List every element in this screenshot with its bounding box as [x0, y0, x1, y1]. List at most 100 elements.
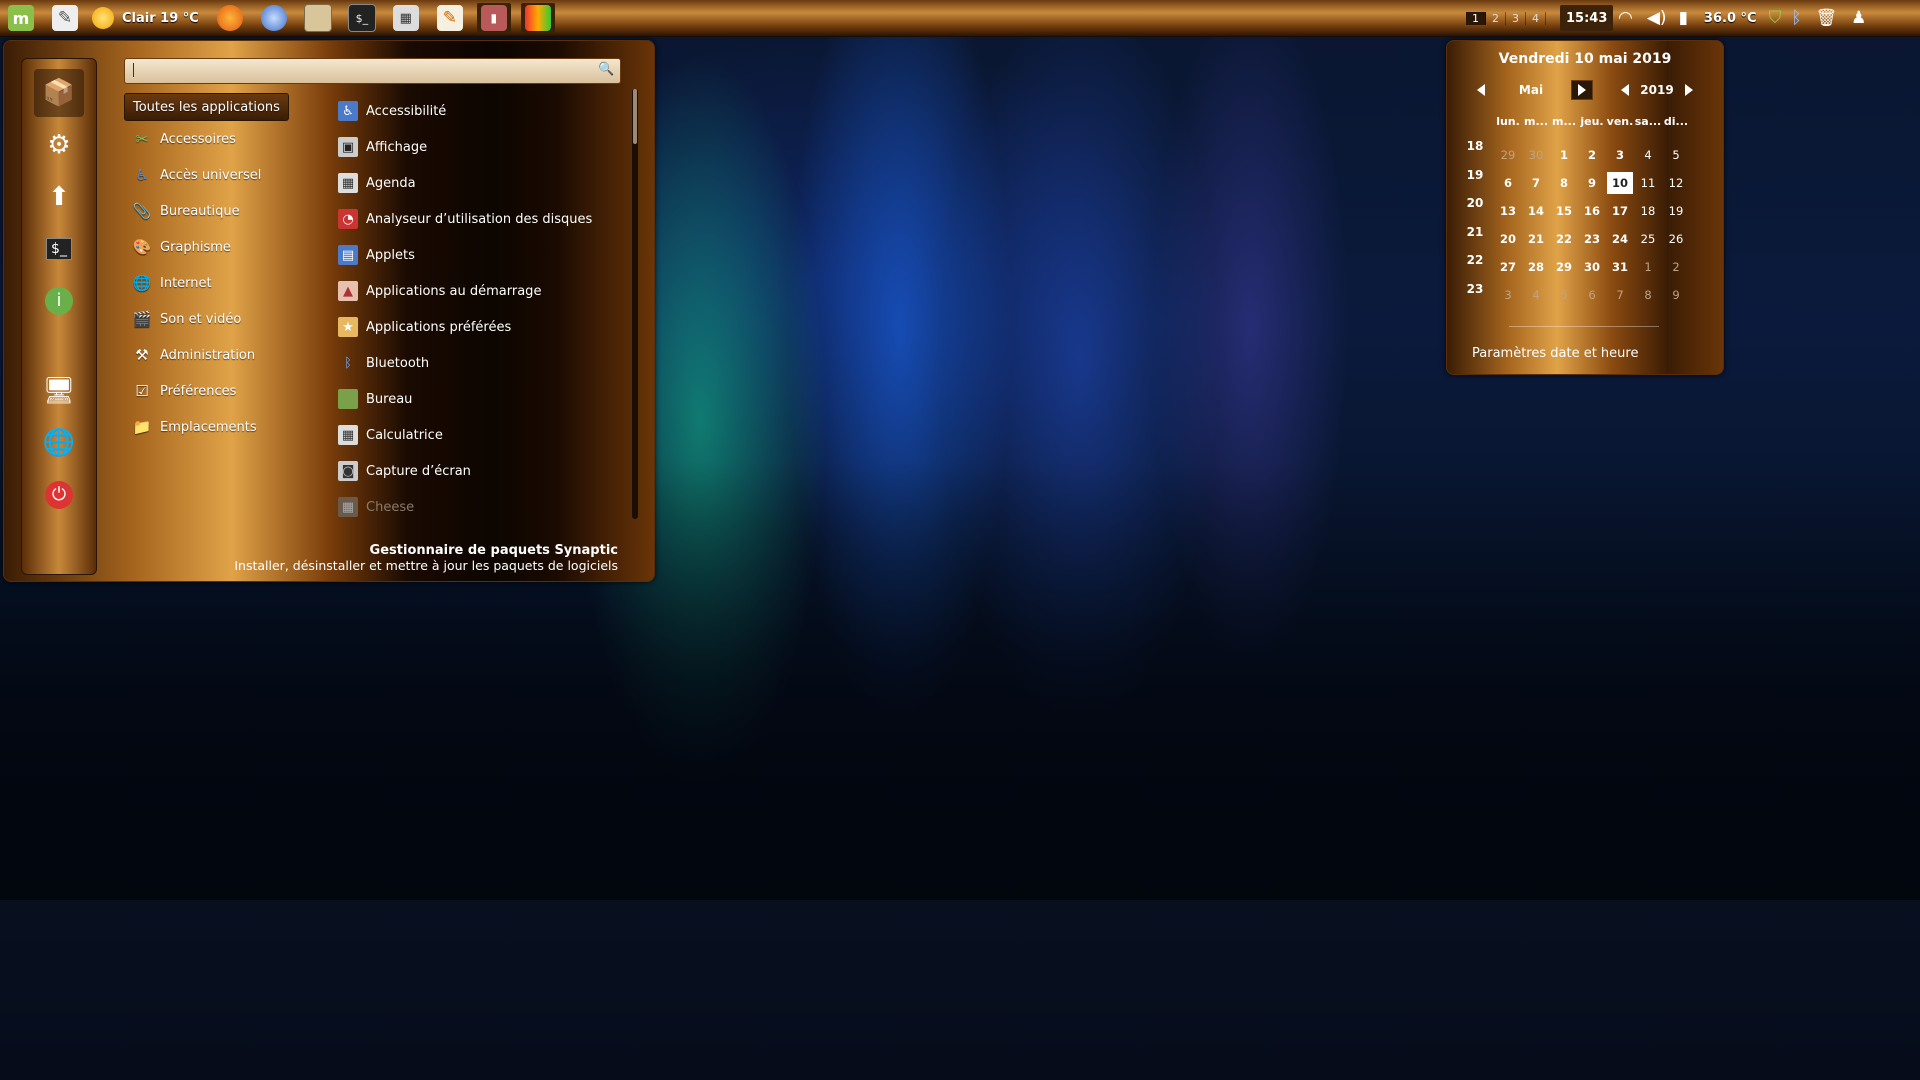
- volume-icon[interactable]: ◀): [1647, 8, 1667, 28]
- previous-month-button[interactable]: [1471, 81, 1491, 99]
- workspace-1[interactable]: 1: [1466, 11, 1486, 25]
- calendar-day[interactable]: 26: [1663, 228, 1689, 250]
- calendar-day[interactable]: 29: [1495, 144, 1521, 166]
- calendar-day[interactable]: 17: [1607, 200, 1633, 222]
- app-cheese[interactable]: ▦ Cheese: [338, 493, 414, 521]
- category-sound-video[interactable]: 🎬 Son et vidéo: [124, 305, 242, 333]
- calendar-day[interactable]: 2: [1579, 144, 1605, 166]
- calendar-day[interactable]: 30: [1579, 256, 1605, 278]
- calendar-day[interactable]: 6: [1579, 284, 1605, 306]
- app-screenshot[interactable]: ◙ Capture d’écran: [338, 457, 471, 485]
- category-accessories[interactable]: ✂ Accessoires: [124, 125, 236, 153]
- app-list-scrollbar[interactable]: [632, 89, 638, 519]
- calendar-day[interactable]: 3: [1495, 284, 1521, 306]
- calendar-day[interactable]: 6: [1495, 172, 1521, 194]
- calendar-day[interactable]: 14: [1523, 200, 1549, 222]
- app-disk-usage-analyzer[interactable]: ◔ Analyseur d’utilisation des disques: [338, 205, 592, 233]
- favorite-terminal[interactable]: $_: [34, 225, 84, 273]
- calendar-day[interactable]: 22: [1551, 228, 1577, 250]
- date-time-settings-link[interactable]: Paramètres date et heure: [1472, 346, 1638, 361]
- terminal-launcher[interactable]: $_: [345, 3, 379, 33]
- calendar-day[interactable]: 7: [1523, 172, 1549, 194]
- calendar-day[interactable]: 1: [1551, 144, 1577, 166]
- calendar-day[interactable]: 12: [1663, 172, 1689, 194]
- calendar-day[interactable]: 19: [1663, 200, 1689, 222]
- trash-icon[interactable]: 🗑: [1816, 8, 1838, 28]
- temperature-label[interactable]: 36.0 °C: [1704, 11, 1757, 26]
- calendar-day[interactable]: 9: [1663, 284, 1689, 306]
- app-accessibility[interactable]: ♿ Accessibilité: [338, 97, 446, 125]
- files-launcher[interactable]: [301, 3, 335, 33]
- wifi-icon[interactable]: ◠: [1618, 8, 1633, 28]
- calendar-day[interactable]: 3: [1607, 144, 1633, 166]
- favorite-synaptic[interactable]: 📦: [34, 69, 84, 117]
- workspace-4[interactable]: 4: [1526, 11, 1546, 25]
- calendar-day[interactable]: 1: [1635, 256, 1661, 278]
- calendar-day[interactable]: 8: [1551, 172, 1577, 194]
- workspace-2[interactable]: 2: [1486, 11, 1506, 25]
- category-internet[interactable]: 🌐 Internet: [124, 269, 212, 297]
- calendar-day[interactable]: 11: [1635, 172, 1661, 194]
- calendar-day[interactable]: 10: [1607, 172, 1633, 194]
- favorite-update-manager[interactable]: ⬆: [34, 173, 84, 221]
- calendar-day[interactable]: 9: [1579, 172, 1605, 194]
- calculator-launcher[interactable]: ▦: [389, 3, 423, 33]
- calendar-day[interactable]: 7: [1607, 284, 1633, 306]
- calendar-day[interactable]: 5: [1663, 144, 1689, 166]
- favorite-system-info[interactable]: i: [34, 277, 84, 325]
- synaptic-launcher[interactable]: ▮: [476, 3, 511, 33]
- previous-year-button[interactable]: [1615, 81, 1635, 99]
- app-preferred-applications[interactable]: ★ Applications préférées: [338, 313, 511, 341]
- calendar-day[interactable]: 31: [1607, 256, 1633, 278]
- favorite-display-settings[interactable]: 🖥: [34, 367, 84, 415]
- calendar-day[interactable]: 20: [1495, 228, 1521, 250]
- calendar-day[interactable]: 30: [1523, 144, 1549, 166]
- app-display[interactable]: ▣ Affichage: [338, 133, 427, 161]
- calendar-day[interactable]: 24: [1607, 228, 1633, 250]
- calendar-day[interactable]: 23: [1579, 228, 1605, 250]
- thunderbird-launcher[interactable]: [257, 3, 291, 33]
- app-applets[interactable]: ▤ Applets: [338, 241, 415, 269]
- calendar-day[interactable]: 4: [1635, 144, 1661, 166]
- search-input[interactable]: 🔍: [124, 58, 621, 84]
- calendar-day[interactable]: 15: [1551, 200, 1577, 222]
- calendar-day[interactable]: 28: [1523, 256, 1549, 278]
- scrollbar-thumb[interactable]: [633, 89, 637, 144]
- favorite-network[interactable]: 🌐: [34, 419, 84, 467]
- category-preferences[interactable]: ☑ Préférences: [124, 377, 236, 405]
- mint-menu-button[interactable]: m: [4, 3, 38, 33]
- calendar-day[interactable]: 27: [1495, 256, 1521, 278]
- app-desktop[interactable]: Bureau: [338, 385, 412, 413]
- category-places[interactable]: 📁 Emplacements: [124, 413, 257, 441]
- calendar-day[interactable]: 29: [1551, 256, 1577, 278]
- bluetooth-icon[interactable]: ᛒ: [1791, 8, 1801, 28]
- app-bluetooth[interactable]: ᛒ Bluetooth: [338, 349, 429, 377]
- favorite-power-off[interactable]: ⏻: [34, 471, 84, 519]
- weather-applet[interactable]: Clair 19 °C: [92, 7, 199, 29]
- user-icon[interactable]: ♟: [1851, 8, 1866, 28]
- calendar-day[interactable]: 2: [1663, 256, 1689, 278]
- app-calculator[interactable]: ▦ Calculatrice: [338, 421, 443, 449]
- calendar-day[interactable]: 8: [1635, 284, 1661, 306]
- category-office[interactable]: 📎 Bureautique: [124, 197, 240, 225]
- category-graphics[interactable]: 🎨 Graphisme: [124, 233, 231, 261]
- calendar-day[interactable]: 21: [1523, 228, 1549, 250]
- app-calendar[interactable]: ▦ Agenda: [338, 169, 416, 197]
- calendar-day[interactable]: 25: [1635, 228, 1661, 250]
- app-startup-applications[interactable]: ▲ Applications au démarrage: [338, 277, 541, 305]
- favorite-system-tools[interactable]: ⚙: [34, 121, 84, 169]
- next-year-button[interactable]: [1679, 81, 1699, 99]
- calendar-day[interactable]: 13: [1495, 200, 1521, 222]
- clock[interactable]: 15:43: [1560, 5, 1614, 31]
- calendar-day[interactable]: 16: [1579, 200, 1605, 222]
- workspace-3[interactable]: 3: [1506, 11, 1526, 25]
- next-month-button[interactable]: [1571, 80, 1593, 100]
- monitor-launcher[interactable]: [520, 3, 555, 33]
- shield-icon[interactable]: ⛉: [1769, 8, 1782, 28]
- notes-launcher[interactable]: ✎: [433, 3, 467, 33]
- category-administration[interactable]: ⚒ Administration: [124, 341, 255, 369]
- calendar-day[interactable]: 4: [1523, 284, 1549, 306]
- battery-icon[interactable]: ▮: [1679, 8, 1688, 28]
- text-editor-launcher[interactable]: ✎: [48, 3, 82, 33]
- category-all[interactable]: Toutes les applications: [124, 93, 289, 121]
